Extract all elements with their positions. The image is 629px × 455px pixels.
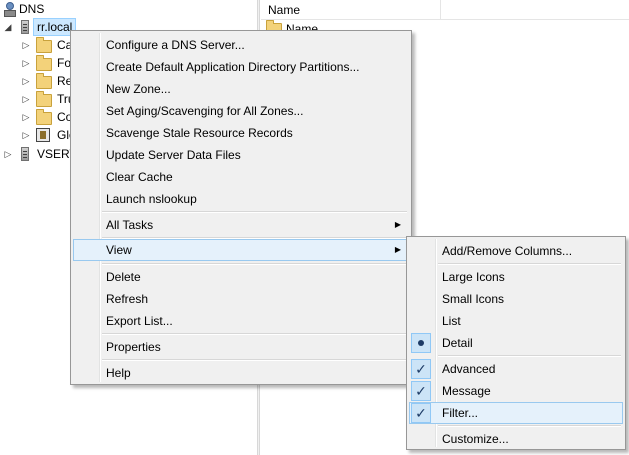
checkmark-icon: ✓ <box>411 403 431 423</box>
submenu-arrow-icon: ▶ <box>394 245 401 254</box>
server-icon <box>17 19 33 35</box>
global-logs-icon <box>35 127 51 143</box>
column-header-bar: Name <box>261 0 629 20</box>
collapse-arrow-icon[interactable]: ◢ <box>3 18 13 36</box>
menu-item-help[interactable]: Help <box>73 362 409 384</box>
menu-separator <box>438 263 621 265</box>
checkmark-icon: ✓ <box>411 359 431 379</box>
menu-item-large-icons[interactable]: Large Icons <box>409 266 623 288</box>
menu-item-all-tasks[interactable]: All Tasks ▶ <box>73 214 409 236</box>
menu-item-configure-dns-server[interactable]: Configure a DNS Server... <box>73 34 409 56</box>
menu-item-message[interactable]: ✓ Message <box>409 380 623 402</box>
context-menu: Configure a DNS Server... Create Default… <box>70 30 412 385</box>
submenu-arrow-icon: ▶ <box>394 220 401 229</box>
folder-icon <box>35 55 52 71</box>
menu-item-list[interactable]: List <box>409 310 623 332</box>
expand-arrow-icon[interactable]: ▷ <box>21 72 31 90</box>
menu-item-properties[interactable]: Properties <box>73 336 409 358</box>
expand-arrow-icon[interactable]: ▷ <box>21 90 31 108</box>
menu-separator <box>438 425 621 427</box>
menu-item-small-icons[interactable]: Small Icons <box>409 288 623 310</box>
tree-label: Fo <box>57 56 72 70</box>
expand-arrow-icon[interactable]: ▷ <box>21 126 31 144</box>
menu-separator <box>102 263 407 265</box>
menu-item-update-server-data-files[interactable]: Update Server Data Files <box>73 144 409 166</box>
menu-item-filter[interactable]: ✓ Filter... <box>409 402 623 424</box>
expand-arrow-icon[interactable]: ▷ <box>21 108 31 126</box>
column-header-name[interactable]: Name <box>261 0 441 19</box>
tree-label-dns: DNS <box>19 2 45 16</box>
menu-item-scavenge-stale-records[interactable]: Scavenge Stale Resource Records <box>73 122 409 144</box>
menu-item-export-list[interactable]: Export List... <box>73 310 409 332</box>
server-icon <box>17 146 33 162</box>
folder-icon <box>35 91 52 107</box>
menu-item-clear-cache[interactable]: Clear Cache <box>73 166 409 188</box>
checkmark-icon: ✓ <box>411 381 431 401</box>
menu-item-set-aging-scavenging[interactable]: Set Aging/Scavenging for All Zones... <box>73 100 409 122</box>
menu-item-view[interactable]: View ▶ <box>73 239 409 261</box>
menu-item-delete[interactable]: Delete <box>73 266 409 288</box>
expand-arrow-icon[interactable]: ▷ <box>21 54 31 72</box>
menu-item-customize[interactable]: Customize... <box>409 428 623 450</box>
menu-item-refresh[interactable]: Refresh <box>73 288 409 310</box>
menu-separator <box>102 211 407 213</box>
menu-item-add-remove-columns[interactable]: Add/Remove Columns... <box>409 240 623 262</box>
expand-arrow-icon[interactable]: ▷ <box>3 145 13 163</box>
view-submenu: Add/Remove Columns... Large Icons Small … <box>406 236 626 450</box>
menu-item-detail[interactable]: Detail <box>409 332 623 354</box>
menu-item-new-zone[interactable]: New Zone... <box>73 78 409 100</box>
tree-item-dns[interactable]: DNS <box>0 0 250 18</box>
menu-item-create-default-partitions[interactable]: Create Default Application Directory Par… <box>73 56 409 78</box>
radio-selected-icon <box>411 333 431 353</box>
dns-icon <box>1 1 17 17</box>
folder-icon <box>35 109 52 125</box>
menu-item-advanced[interactable]: ✓ Advanced <box>409 358 623 380</box>
menu-item-launch-nslookup[interactable]: Launch nslookup <box>73 188 409 210</box>
folder-icon <box>35 37 52 53</box>
folder-icon <box>35 73 52 89</box>
menu-separator <box>102 359 407 361</box>
menu-separator <box>102 333 407 335</box>
expand-arrow-icon[interactable]: ▷ <box>21 36 31 54</box>
menu-separator <box>438 355 621 357</box>
